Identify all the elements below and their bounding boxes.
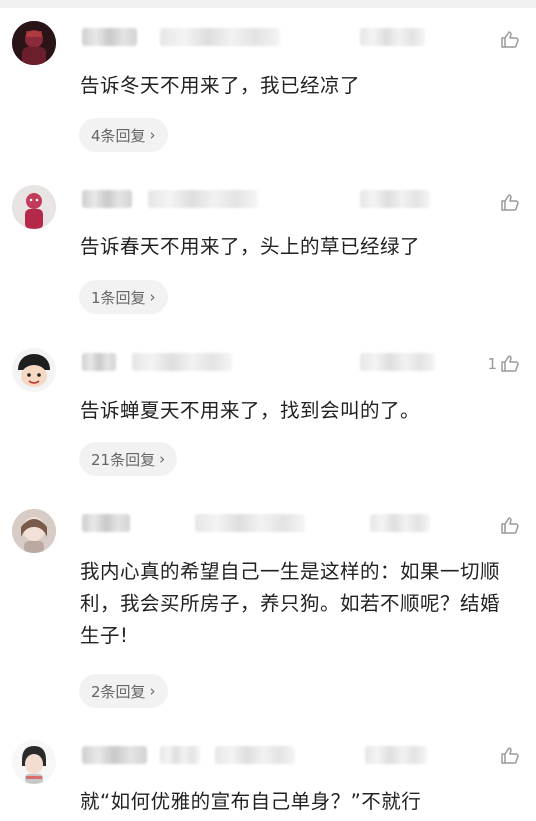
blurred-meta	[360, 190, 430, 208]
avatar-image	[12, 509, 56, 553]
blurred-username	[215, 746, 295, 764]
thumbs-up-icon	[501, 194, 519, 211]
thumbs-up-icon	[501, 517, 519, 534]
reply-count: 2条回复	[91, 682, 146, 701]
blurred-meta	[370, 514, 430, 532]
reply-count: 4条回复	[91, 126, 146, 145]
view-replies-button[interactable]: 4条回复 ›	[79, 118, 168, 152]
avatar-image	[12, 740, 56, 784]
blurred-username	[82, 28, 137, 46]
blurred-username	[195, 514, 305, 532]
avatar[interactable]	[12, 509, 56, 553]
comment-text: 就“如何优雅的宣布自己单身？”不就行	[80, 790, 422, 813]
chevron-right-icon: ›	[149, 126, 156, 144]
comment-text: 告诉蝉夏天不用来了，找到会叫的了。	[80, 399, 421, 422]
thumbs-up-icon	[501, 355, 519, 372]
blurred-username	[82, 514, 130, 532]
reply-count: 21条回复	[91, 450, 156, 469]
blurred-meta	[365, 746, 427, 764]
avatar[interactable]	[12, 21, 56, 65]
like-button[interactable]: 1	[487, 354, 520, 374]
blurred-username	[148, 190, 258, 208]
thumbs-up-icon	[501, 31, 519, 48]
blurred-meta	[360, 353, 435, 371]
like-button[interactable]	[497, 193, 520, 213]
avatar[interactable]	[12, 348, 56, 392]
blurred-username	[160, 746, 200, 764]
like-count: 1	[487, 355, 497, 373]
avatar-image	[12, 348, 56, 392]
comment-text: 告诉冬天不用来了，我已经凉了	[80, 74, 361, 97]
comment-feed: 告诉冬天不用来了，我已经凉了 4条回复 › 告诉春天不用来了，头上的草已经绿了	[0, 0, 536, 821]
view-replies-button[interactable]: 21条回复 ›	[79, 442, 178, 476]
blurred-username	[82, 190, 132, 208]
view-replies-button[interactable]: 1条回复 ›	[79, 280, 168, 314]
blurred-username	[160, 28, 280, 46]
view-replies-button[interactable]: 2条回复 ›	[79, 674, 168, 708]
blurred-username	[82, 746, 147, 764]
avatar[interactable]	[12, 740, 56, 784]
reply-count: 1条回复	[91, 288, 146, 307]
avatar-image	[12, 185, 56, 229]
comment-text: 告诉春天不用来了，头上的草已经绿了	[80, 235, 421, 258]
chevron-right-icon: ›	[149, 288, 156, 306]
top-strip	[0, 0, 536, 8]
blurred-username	[82, 353, 116, 371]
like-button[interactable]	[497, 516, 520, 536]
comment-text: 我内心真的希望自己一生是这样的：如果一切顺利，我会买所房子，养只狗。如若不顺呢？…	[80, 560, 501, 647]
blurred-meta	[360, 28, 425, 46]
chevron-right-icon: ›	[159, 450, 166, 468]
like-button[interactable]	[497, 746, 520, 766]
thumbs-up-icon	[501, 747, 519, 764]
avatar-image	[12, 21, 56, 65]
blurred-username	[132, 353, 232, 371]
chevron-right-icon: ›	[149, 682, 156, 700]
avatar[interactable]	[12, 185, 56, 229]
like-button[interactable]	[497, 30, 520, 50]
